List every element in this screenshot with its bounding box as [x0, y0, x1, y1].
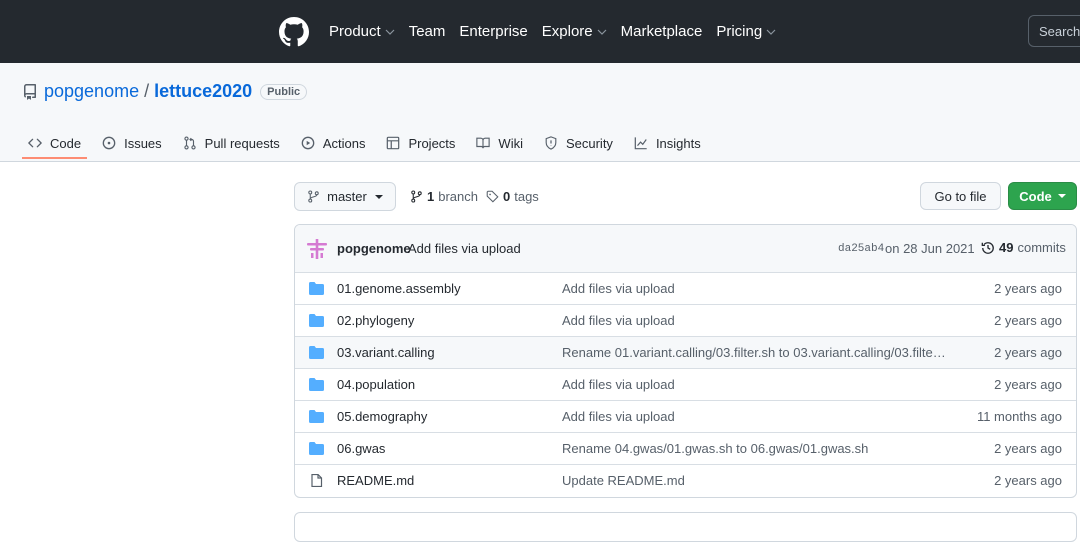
commit-date: on 28 Jun 2021 [885, 241, 975, 256]
file-name-link[interactable]: 06.gwas [337, 441, 385, 456]
file-age: 2 years ago [994, 377, 1062, 392]
nav-marketplace[interactable]: Marketplace [621, 23, 703, 40]
file-commit-message[interactable]: Add files via upload [562, 313, 675, 328]
nav-team[interactable]: Team [409, 23, 446, 40]
commits-history-link[interactable]: 49 commits [981, 240, 1066, 255]
file-name-link[interactable]: 01.genome.assembly [337, 281, 461, 296]
chevron-down-icon [597, 29, 607, 35]
global-nav: Product Team Enterprise Explore Marketpl… [329, 0, 790, 63]
file-row[interactable]: 01.genome.assembly Add files via upload … [295, 272, 1076, 304]
file-age: 2 years ago [994, 345, 1062, 360]
pull-request-icon [184, 136, 196, 150]
file-icon [311, 474, 323, 487]
nav-product[interactable]: Product [329, 23, 395, 40]
issue-icon [102, 136, 116, 150]
commit-sha-link[interactable]: da25ab4 [838, 243, 884, 255]
branches-link[interactable]: 1 branch [410, 182, 478, 211]
file-age: 11 months ago [976, 409, 1062, 424]
file-listing: popgenome Add files via upload da25ab4 o… [294, 224, 1077, 498]
graph-icon [634, 137, 647, 150]
nav-explore[interactable]: Explore [542, 23, 607, 40]
file-row[interactable]: 06.gwas Rename 04.gwas/01.gwas.sh to 06.… [295, 432, 1076, 464]
repo-owner-link[interactable]: popgenome [44, 81, 139, 102]
caret-down-icon [374, 194, 383, 199]
play-icon [301, 136, 315, 150]
repo-header: popgenome / lettuce2020 Public Code Issu… [0, 63, 1080, 162]
file-commit-message[interactable]: Add files via upload [562, 409, 675, 424]
code-icon [28, 138, 42, 148]
file-commit-message[interactable]: Update README.md [562, 473, 685, 488]
file-name-link[interactable]: README.md [337, 473, 414, 488]
file-age: 2 years ago [994, 441, 1062, 456]
file-row[interactable]: 05.demography Add files via upload 11 mo… [295, 400, 1076, 432]
go-to-file-button[interactable]: Go to file [920, 182, 1001, 210]
history-icon [981, 241, 994, 254]
tab-pull-requests[interactable]: Pull requests [177, 130, 286, 156]
file-name-link[interactable]: 03.variant.calling [337, 345, 435, 360]
folder-icon [309, 442, 324, 455]
shield-icon [545, 136, 557, 150]
table-icon [387, 136, 400, 150]
git-branch-icon [308, 190, 319, 203]
file-age: 2 years ago [994, 473, 1062, 488]
file-commit-message[interactable]: Add files via upload [562, 281, 675, 296]
tags-link[interactable]: 0 tags [486, 182, 539, 211]
nav-pricing[interactable]: Pricing [716, 23, 776, 40]
branch-select-button[interactable]: master [294, 182, 396, 211]
folder-icon [309, 346, 324, 359]
caret-down-icon [1057, 194, 1066, 198]
file-name-link[interactable]: 02.phylogeny [337, 313, 414, 328]
tab-issues[interactable]: Issues [96, 130, 168, 156]
file-age: 2 years ago [994, 281, 1062, 296]
folder-icon [309, 410, 324, 423]
folder-icon [309, 314, 324, 327]
folder-icon [309, 378, 324, 391]
path-separator: / [144, 81, 150, 101]
file-commit-message[interactable]: Rename 04.gwas/01.gwas.sh to 06.gwas/01.… [562, 441, 868, 456]
file-name-link[interactable]: 05.demography [337, 409, 427, 424]
commit-message-link[interactable]: Add files via upload [408, 241, 521, 256]
code-button[interactable]: Code [1008, 182, 1077, 210]
repo-name-link[interactable]: lettuce2020 [154, 81, 252, 102]
file-row[interactable]: README.md Update README.md 2 years ago [295, 464, 1076, 496]
global-header: Product Team Enterprise Explore Marketpl… [0, 0, 1080, 63]
folder-icon [309, 282, 324, 295]
nav-enterprise[interactable]: Enterprise [459, 23, 527, 40]
visibility-badge: Public [260, 83, 308, 100]
tab-wiki[interactable]: Wiki [470, 130, 529, 156]
repo-tabs: Code Issues Pull requests Actions Projec… [22, 130, 716, 159]
tab-actions[interactable]: Actions [295, 130, 372, 156]
latest-commit-bar: popgenome Add files via upload da25ab4 o… [295, 225, 1076, 273]
tab-insights[interactable]: Insights [628, 130, 707, 156]
file-row[interactable]: 03.variant.calling Rename 01.variant.cal… [295, 336, 1076, 368]
tab-security[interactable]: Security [538, 130, 619, 156]
file-name-link[interactable]: 04.population [337, 377, 415, 392]
file-commit-message[interactable]: Rename 01.variant.calling/03.filter.sh t… [562, 345, 946, 360]
repo-title: popgenome / lettuce2020 Public [22, 81, 308, 102]
file-row[interactable]: 02.phylogeny Add files via upload 2 year… [295, 304, 1076, 336]
chevron-down-icon [385, 29, 395, 35]
avatar[interactable] [307, 239, 327, 259]
file-commit-message[interactable]: Add files via upload [562, 377, 675, 392]
tab-code[interactable]: Code [22, 130, 88, 159]
tag-icon [486, 190, 499, 203]
commit-author-link[interactable]: popgenome [337, 241, 411, 256]
tab-projects[interactable]: Projects [380, 130, 461, 156]
github-logo-icon[interactable] [279, 17, 309, 47]
repo-icon [23, 83, 36, 100]
search-input[interactable]: Search [1028, 15, 1080, 47]
git-branch-icon [411, 190, 422, 203]
file-row[interactable]: 04.population Add files via upload 2 yea… [295, 368, 1076, 400]
chevron-down-icon [766, 29, 776, 35]
readme-box [294, 512, 1077, 542]
book-icon [476, 137, 491, 149]
file-age: 2 years ago [994, 313, 1062, 328]
